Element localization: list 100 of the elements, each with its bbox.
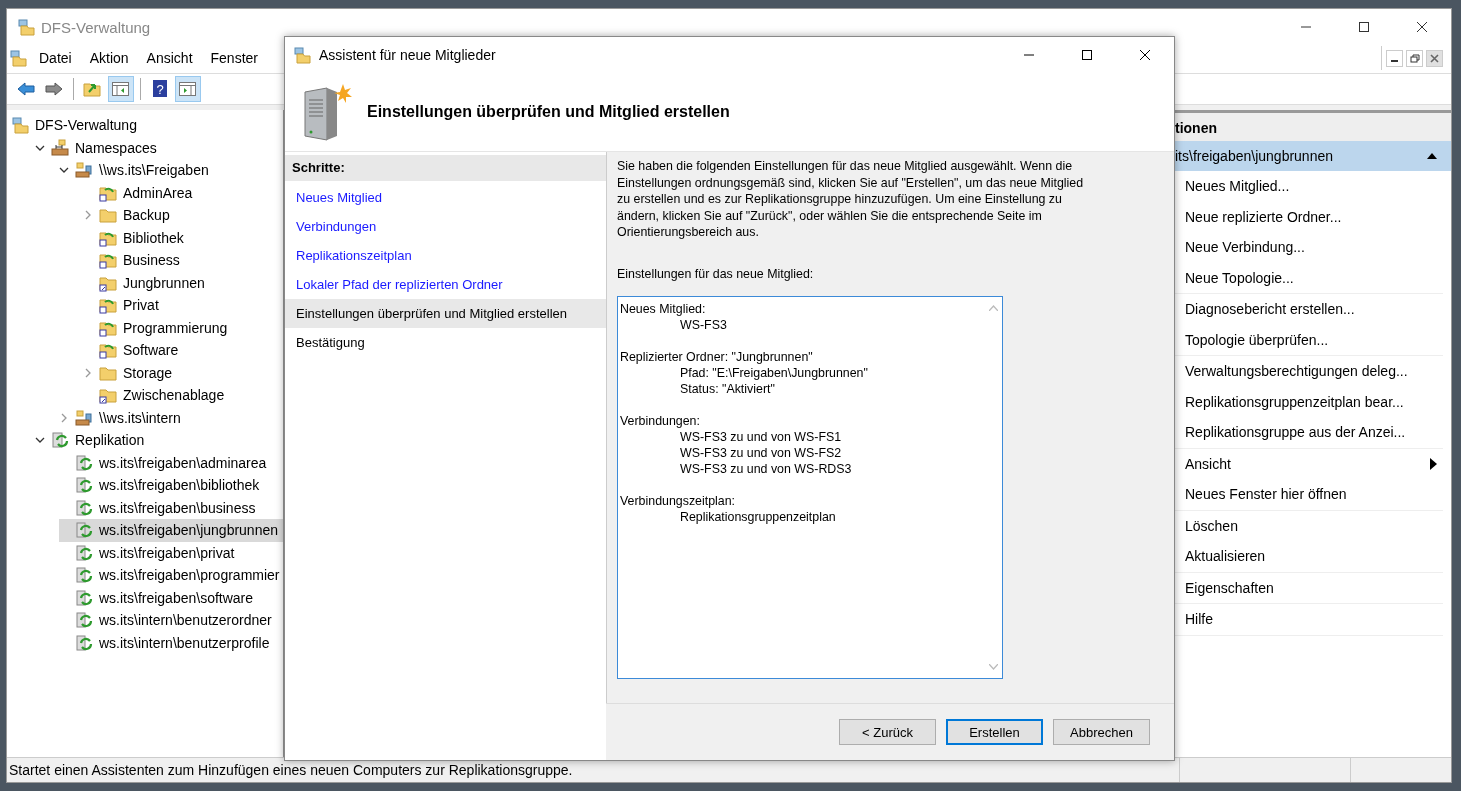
restore-icon[interactable] xyxy=(1406,49,1423,67)
step-link[interactable]: Verbindungen xyxy=(285,212,606,241)
show-actions-button[interactable] xyxy=(175,76,201,102)
tree-item[interactable]: Jungbrunnen xyxy=(7,271,283,294)
replication-icon xyxy=(75,588,93,607)
close-icon xyxy=(1139,49,1151,61)
step-link[interactable]: Lokaler Pfad der replizierten Ordner xyxy=(285,270,606,299)
tree-item[interactable]: ws.its\freigaben\software xyxy=(7,586,283,609)
replicated-folder-icon xyxy=(99,341,117,360)
summary-line: Neues Mitglied: xyxy=(620,300,707,317)
instruction-text: Sie haben die folgenden Einstellungen für das neue Mitglied ausgewählt. Wenn die Einstellungen ordnungsgemäß sind, klicken Sie auf "Erstellen", um das neue Mitglied zu erstellen und es zur Replikationsgruppe hinzuzufügen. Um eine Einstellung zu ändern, klicken Sie auf "Zurück", oder wählen Sie die entsprechende Seite im Orientierungsbereich aus. xyxy=(617,158,1085,241)
tree-item[interactable]: Backup xyxy=(7,204,283,227)
tree-item[interactable]: \\ws.its\Freigaben xyxy=(7,159,283,182)
shortcut-folder-icon xyxy=(99,386,117,405)
dialog-button[interactable]: Abbrechen xyxy=(1053,719,1150,745)
status-text: Startet einen Assistenten zum Hinzufügen eines neuen Computers zur Replikationsgruppe. xyxy=(8,761,574,780)
tree-item[interactable]: AdminArea xyxy=(7,181,283,204)
step-link[interactable]: Neues Mitglied xyxy=(285,183,606,212)
forward-arrow-icon xyxy=(44,79,64,99)
action-item[interactable]: Hilfe xyxy=(1175,604,1443,635)
action-item[interactable]: Verwaltungsberechtigungen deleg... xyxy=(1175,356,1443,387)
tree-item[interactable]: ws.its\freigaben\bibliothek xyxy=(7,474,283,497)
replicated-folder-icon xyxy=(99,296,117,315)
minimize-icon[interactable] xyxy=(1386,49,1403,67)
replication-icon xyxy=(51,431,69,450)
summary-line: Verbindungszeitplan: xyxy=(620,492,737,509)
tree-item[interactable]: Namespaces xyxy=(7,136,283,159)
action-item[interactable]: Aktualisieren xyxy=(1175,541,1443,572)
tree-item[interactable]: Programmierung xyxy=(7,316,283,339)
chevron-right-icon[interactable] xyxy=(83,210,93,221)
chevron-right-icon[interactable] xyxy=(59,412,69,423)
summary-line: WS-FS3 zu und von WS-RDS3 xyxy=(679,460,853,477)
app-icon xyxy=(293,46,311,64)
folders-icon xyxy=(11,116,29,135)
tree-item[interactable]: Zwischenablage xyxy=(7,384,283,407)
summary-line: Pfad: "E:\Freigaben\Jungbrunnen" xyxy=(679,364,869,381)
summary-line: WS-FS3 zu und von WS-FS2 xyxy=(679,444,843,461)
namespace-server-icon xyxy=(75,408,93,427)
action-item[interactable]: Ansicht xyxy=(1175,448,1443,479)
tree-item[interactable]: ws.its\intern\benutzerprofile xyxy=(7,631,283,654)
summary-label: Einstellungen für das neue Mitglied: xyxy=(617,266,815,281)
tree-item[interactable]: ws.its\freigaben\adminarea xyxy=(7,451,283,474)
menu-item[interactable]: Aktion xyxy=(83,50,135,66)
action-item[interactable]: Diagnosebericht erstellen... xyxy=(1175,294,1443,325)
replication-icon xyxy=(75,453,93,472)
show-tree-icon xyxy=(111,79,131,99)
step-link[interactable]: Replikationszeitplan xyxy=(285,241,606,270)
menu-item[interactable]: Fenster xyxy=(204,50,264,66)
summary-line: Replikationsgruppenzeitplan xyxy=(679,508,837,525)
summary-line: Replizierter Ordner: "Jungbrunnen" xyxy=(620,348,814,365)
replication-icon xyxy=(75,521,93,540)
menu-item[interactable]: Datei xyxy=(33,50,78,66)
summary-line: Verbindungen: xyxy=(620,412,701,429)
summary-line: WS-FS3 zu und von WS-FS1 xyxy=(679,428,843,445)
dialog-button[interactable]: < Zurück xyxy=(839,719,936,745)
action-item[interactable]: Neues Fenster hier öffnen xyxy=(1175,479,1443,510)
step-item[interactable]: Bestätigung xyxy=(285,328,606,357)
replication-icon xyxy=(75,611,93,630)
tree-item[interactable]: \\ws.its\intern xyxy=(7,406,283,429)
chevron-right-icon[interactable] xyxy=(83,367,93,378)
action-item[interactable]: Eigenschaften xyxy=(1175,572,1443,603)
dialog-button[interactable]: Erstellen xyxy=(946,719,1043,745)
dialog-title: Assistent für neue Mitglieder xyxy=(319,47,496,63)
maximize-icon xyxy=(1081,49,1093,61)
folder-icon xyxy=(99,206,117,225)
replicated-folder-icon xyxy=(99,251,117,270)
tree-item[interactable]: Business xyxy=(7,249,283,272)
action-item[interactable]: Löschen xyxy=(1175,510,1443,541)
step-item[interactable]: Einstellungen überprüfen und Mitglied erstellen xyxy=(285,299,606,328)
action-item[interactable]: Replikationsgruppenzeitplan bear... xyxy=(1175,386,1443,417)
actions-group-header[interactable]: its\freigaben\jungbrunnen xyxy=(1175,141,1451,171)
tree-item[interactable]: Privat xyxy=(7,294,283,317)
action-item[interactable]: Topologie überprüfen... xyxy=(1175,324,1443,355)
menu-item[interactable]: Ansicht xyxy=(140,50,199,66)
replication-icon xyxy=(75,476,93,495)
action-item[interactable]: Neue replizierte Ordner... xyxy=(1175,201,1443,232)
replication-icon xyxy=(75,498,93,517)
tree-item[interactable]: Bibliothek xyxy=(7,226,283,249)
show-tree-button[interactable] xyxy=(108,76,134,102)
tree-item[interactable]: ws.its\freigaben\privat xyxy=(7,541,283,564)
action-item[interactable]: Neue Verbindung... xyxy=(1175,232,1443,263)
action-item[interactable]: Replikationsgruppe aus der Anzei... xyxy=(1175,417,1443,448)
tree-item[interactable]: ws.its\freigaben\business xyxy=(7,496,283,519)
namespace-server-icon xyxy=(75,161,93,180)
summary-textbox[interactable] xyxy=(617,295,1003,679)
tree-item[interactable]: ws.its\freigaben\programmier xyxy=(7,564,283,587)
actions-header: tionen xyxy=(1175,110,1451,141)
tree-item[interactable]: Replikation xyxy=(7,429,283,452)
tree-item[interactable]: Storage xyxy=(7,361,283,384)
dialog-heading: Einstellungen überprüfen und Mitglied erstellen xyxy=(367,103,730,121)
steps-header: Schritte: xyxy=(285,155,606,181)
close-icon[interactable] xyxy=(1426,49,1443,67)
tree-item[interactable]: Software xyxy=(7,339,283,362)
action-item[interactable]: Neues Mitglied... xyxy=(1175,171,1443,202)
action-item[interactable]: Neue Topologie... xyxy=(1175,262,1443,293)
namespace-server-icon xyxy=(51,138,69,157)
tree-item[interactable]: DFS-Verwaltung xyxy=(7,114,283,137)
tree-item[interactable]: ws.its\intern\benutzerordner xyxy=(7,609,283,632)
show-actions-icon xyxy=(178,79,198,99)
replication-icon xyxy=(75,543,93,562)
